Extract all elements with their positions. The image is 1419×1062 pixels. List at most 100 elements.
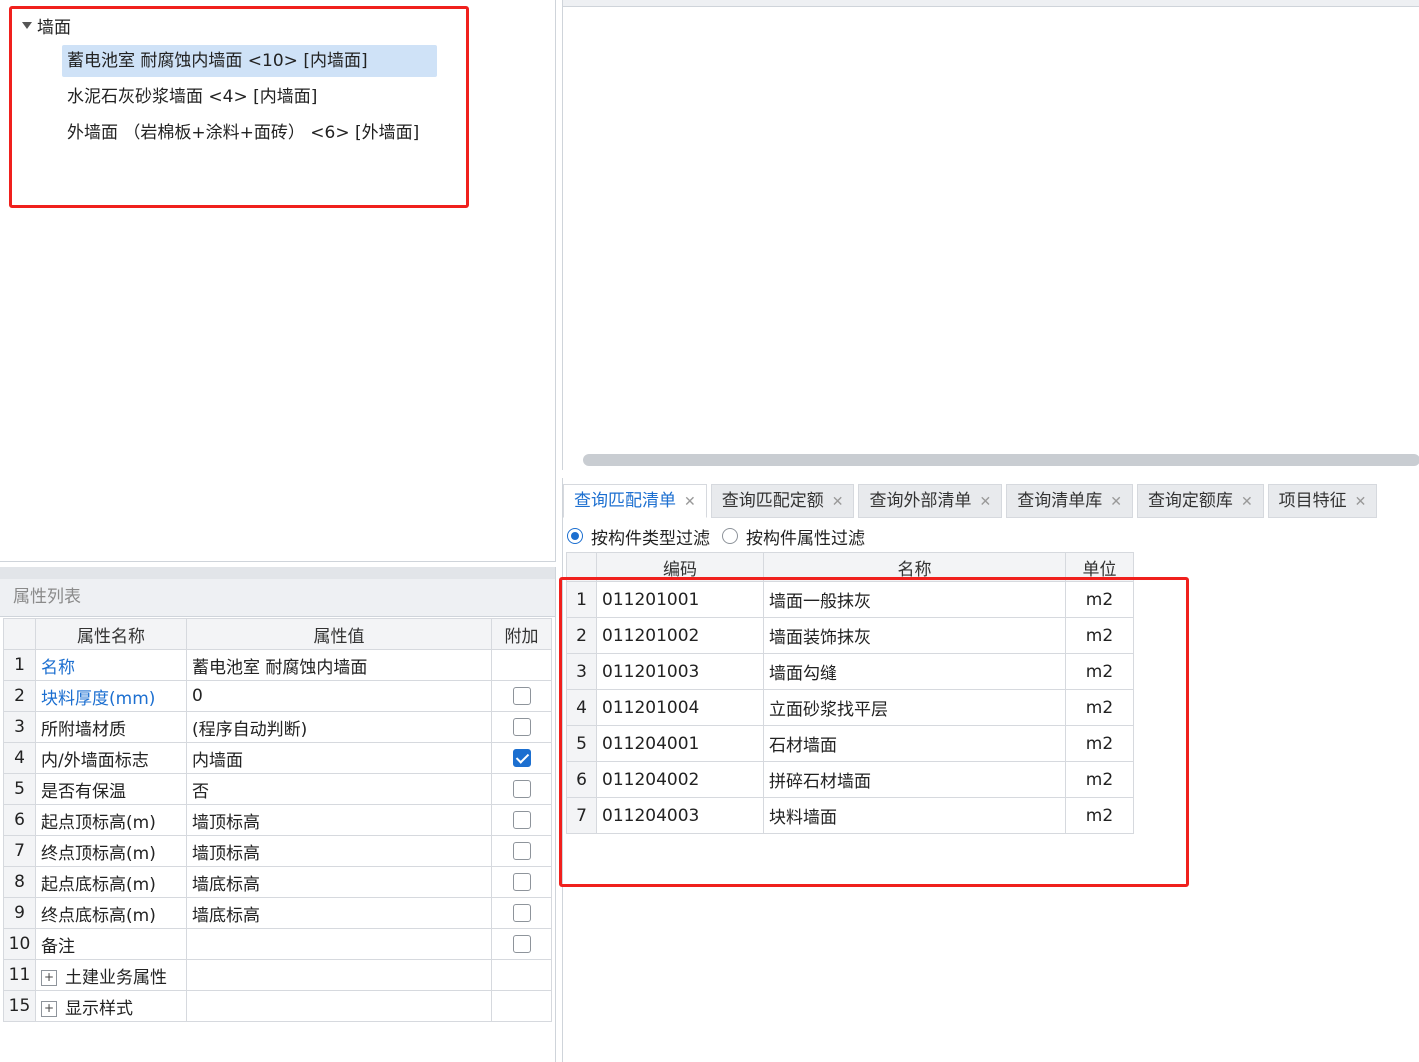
extra-checkbox[interactable] [512,749,531,767]
property-name: 起点底标高(m) [41,874,156,895]
column-header-name[interactable]: 名称 [763,552,1066,582]
list-row[interactable]: 2 011201002 墙面装饰抹灰 m2 [566,617,1134,654]
expand-plus-icon[interactable]: + [41,1000,57,1017]
property-name: 所附墙材质 [41,719,126,740]
tab-external-list[interactable]: 查询外部清单 ✕ [858,484,1003,518]
property-row[interactable]: 8 起点底标高(m) 墙底标高 [3,866,552,898]
extra-checkbox[interactable] [512,718,531,736]
unit-cell: m2 [1065,725,1134,762]
property-value-cell[interactable]: 内墙面 [186,742,492,774]
column-header-name[interactable]: 属性名称 [35,618,187,650]
extra-cell [491,773,552,805]
property-value-cell[interactable] [186,959,492,991]
filter-label: 按构件类型过滤 [591,528,710,549]
tab-match-list[interactable]: 查询匹配清单 ✕ [563,484,707,518]
property-row[interactable]: 9 终点底标高(m) 墙底标高 [3,897,552,929]
row-number: 1 [566,581,597,618]
extra-checkbox[interactable] [512,811,531,829]
tab-quota-library[interactable]: 查询定额库 ✕ [1136,484,1264,518]
list-row[interactable]: 3 011201003 墙面勾缝 m2 [566,653,1134,690]
column-header-unit[interactable]: 单位 [1065,552,1134,582]
property-list-panel: 属性列表 属性名称 属性值 附加 1 名称 蓄电池室 耐腐蚀内墙面 2 块料厚度(mm)… [0,567,556,1062]
property-value-cell[interactable]: 0 [186,680,492,712]
expand-plus-icon[interactable]: + [41,969,57,986]
column-header-code[interactable]: 编码 [596,552,764,582]
tab-label: 查询定额库 [1147,491,1233,511]
column-header-extra[interactable]: 附加 [491,618,552,650]
list-row[interactable]: 1 011201001 墙面一般抹灰 m2 [566,581,1134,618]
tab-item-features[interactable]: 项目特征 ✕ [1267,484,1378,518]
extra-cell [491,804,552,836]
property-value-cell[interactable]: 墙顶标高 [186,804,492,836]
collapse-caret-icon[interactable] [22,21,32,29]
name-cell: 立面砂浆找平层 [763,689,1066,726]
extra-cell [491,742,552,774]
extra-cell [491,835,552,867]
extra-checkbox[interactable] [512,687,531,705]
name-cell: 墙面勾缝 [763,653,1066,690]
property-name-cell: 终点底标高(m) [35,897,187,929]
property-name: 土建业务属性 [65,967,167,988]
tab-list-library[interactable]: 查询清单库 ✕ [1006,484,1133,518]
property-value-cell[interactable]: 墙底标高 [186,897,492,929]
property-row[interactable]: 5 是否有保温 否 [3,773,552,805]
list-row[interactable]: 7 011204003 块料墙面 m2 [566,797,1134,834]
row-number: 4 [3,742,36,774]
property-row[interactable]: 3 所附墙材质 (程序自动判断) [3,711,552,743]
property-value-cell[interactable]: 否 [186,773,492,805]
extra-checkbox[interactable] [512,935,531,953]
unit-cell: m2 [1065,653,1134,690]
tab-match-quota[interactable]: 查询匹配定额 ✕ [710,484,855,518]
column-header-value[interactable]: 属性值 [186,618,492,650]
grid-header-strip [563,0,1419,7]
property-value-cell[interactable]: 蓄电池室 耐腐蚀内墙面 [186,649,492,681]
property-row[interactable]: 10 备注 [3,928,552,960]
tree-item[interactable]: 水泥石灰砂浆墙面 <4> [内墙面] [62,81,437,113]
extra-checkbox[interactable] [512,904,531,922]
close-icon[interactable]: ✕ [832,494,844,510]
property-name: 是否有保温 [41,781,126,802]
close-icon[interactable]: ✕ [1241,494,1253,510]
property-value-cell[interactable] [186,928,492,960]
tab-label: 查询外部清单 [869,491,972,511]
extra-checkbox[interactable] [512,842,531,860]
property-row[interactable]: 6 起点顶标高(m) 墙顶标高 [3,804,552,836]
tree-item[interactable]: 外墙面 （岩棉板+涂料+面砖） <6> [外墙面] [62,117,437,149]
row-number: 6 [3,804,36,836]
list-row[interactable]: 6 011204002 拼碎石材墙面 m2 [566,761,1134,798]
filter-by-attribute-radio[interactable]: 按构件属性过滤 [722,524,865,549]
filter-by-type-radio[interactable]: 按构件类型过滤 [567,524,710,549]
close-icon[interactable]: ✕ [979,494,991,510]
close-icon[interactable]: ✕ [684,494,696,510]
code-cell: 011201004 [596,689,764,726]
row-number: 5 [566,725,597,762]
property-row[interactable]: 2 块料厚度(mm) 0 [3,680,552,712]
close-icon[interactable]: ✕ [1110,494,1122,510]
tab-label: 查询清单库 [1017,491,1103,511]
property-value-cell[interactable]: 墙底标高 [186,866,492,898]
tree-root-label: 墙面 [37,17,71,38]
property-name-cell: + 土建业务属性 [35,959,187,991]
property-row[interactable]: 7 终点顶标高(m) 墙顶标高 [3,835,552,867]
horizontal-scrollbar[interactable] [583,454,1419,466]
matched-list-table: 编码 名称 单位 1 011201001 墙面一般抹灰 m2 2 011201002 墙面装… [566,552,1134,834]
property-name: 备注 [41,936,75,957]
tree-root-wall-surface[interactable]: 墙面 [22,12,71,38]
extra-checkbox[interactable] [512,873,531,891]
tree-item[interactable]: 蓄电池室 耐腐蚀内墙面 <10> [内墙面] [62,45,437,77]
property-value-cell[interactable] [186,990,492,1022]
extra-checkbox[interactable] [512,780,531,798]
property-row[interactable]: 15 + 显示样式 [3,990,552,1022]
radio-unselected-icon[interactable] [722,528,738,544]
property-value-cell[interactable]: 墙顶标高 [186,835,492,867]
property-row[interactable]: 1 名称 蓄电池室 耐腐蚀内墙面 [3,649,552,681]
property-row[interactable]: 4 内/外墙面标志 内墙面 [3,742,552,774]
close-icon[interactable]: ✕ [1355,494,1367,510]
list-row[interactable]: 5 011204001 石材墙面 m2 [566,725,1134,762]
list-row[interactable]: 4 011201004 立面砂浆找平层 m2 [566,689,1134,726]
property-value-cell[interactable]: (程序自动判断) [186,711,492,743]
extra-cell [491,928,552,960]
property-row[interactable]: 11 + 土建业务属性 [3,959,552,991]
extra-cell [491,711,552,743]
radio-selected-icon[interactable] [567,528,583,544]
